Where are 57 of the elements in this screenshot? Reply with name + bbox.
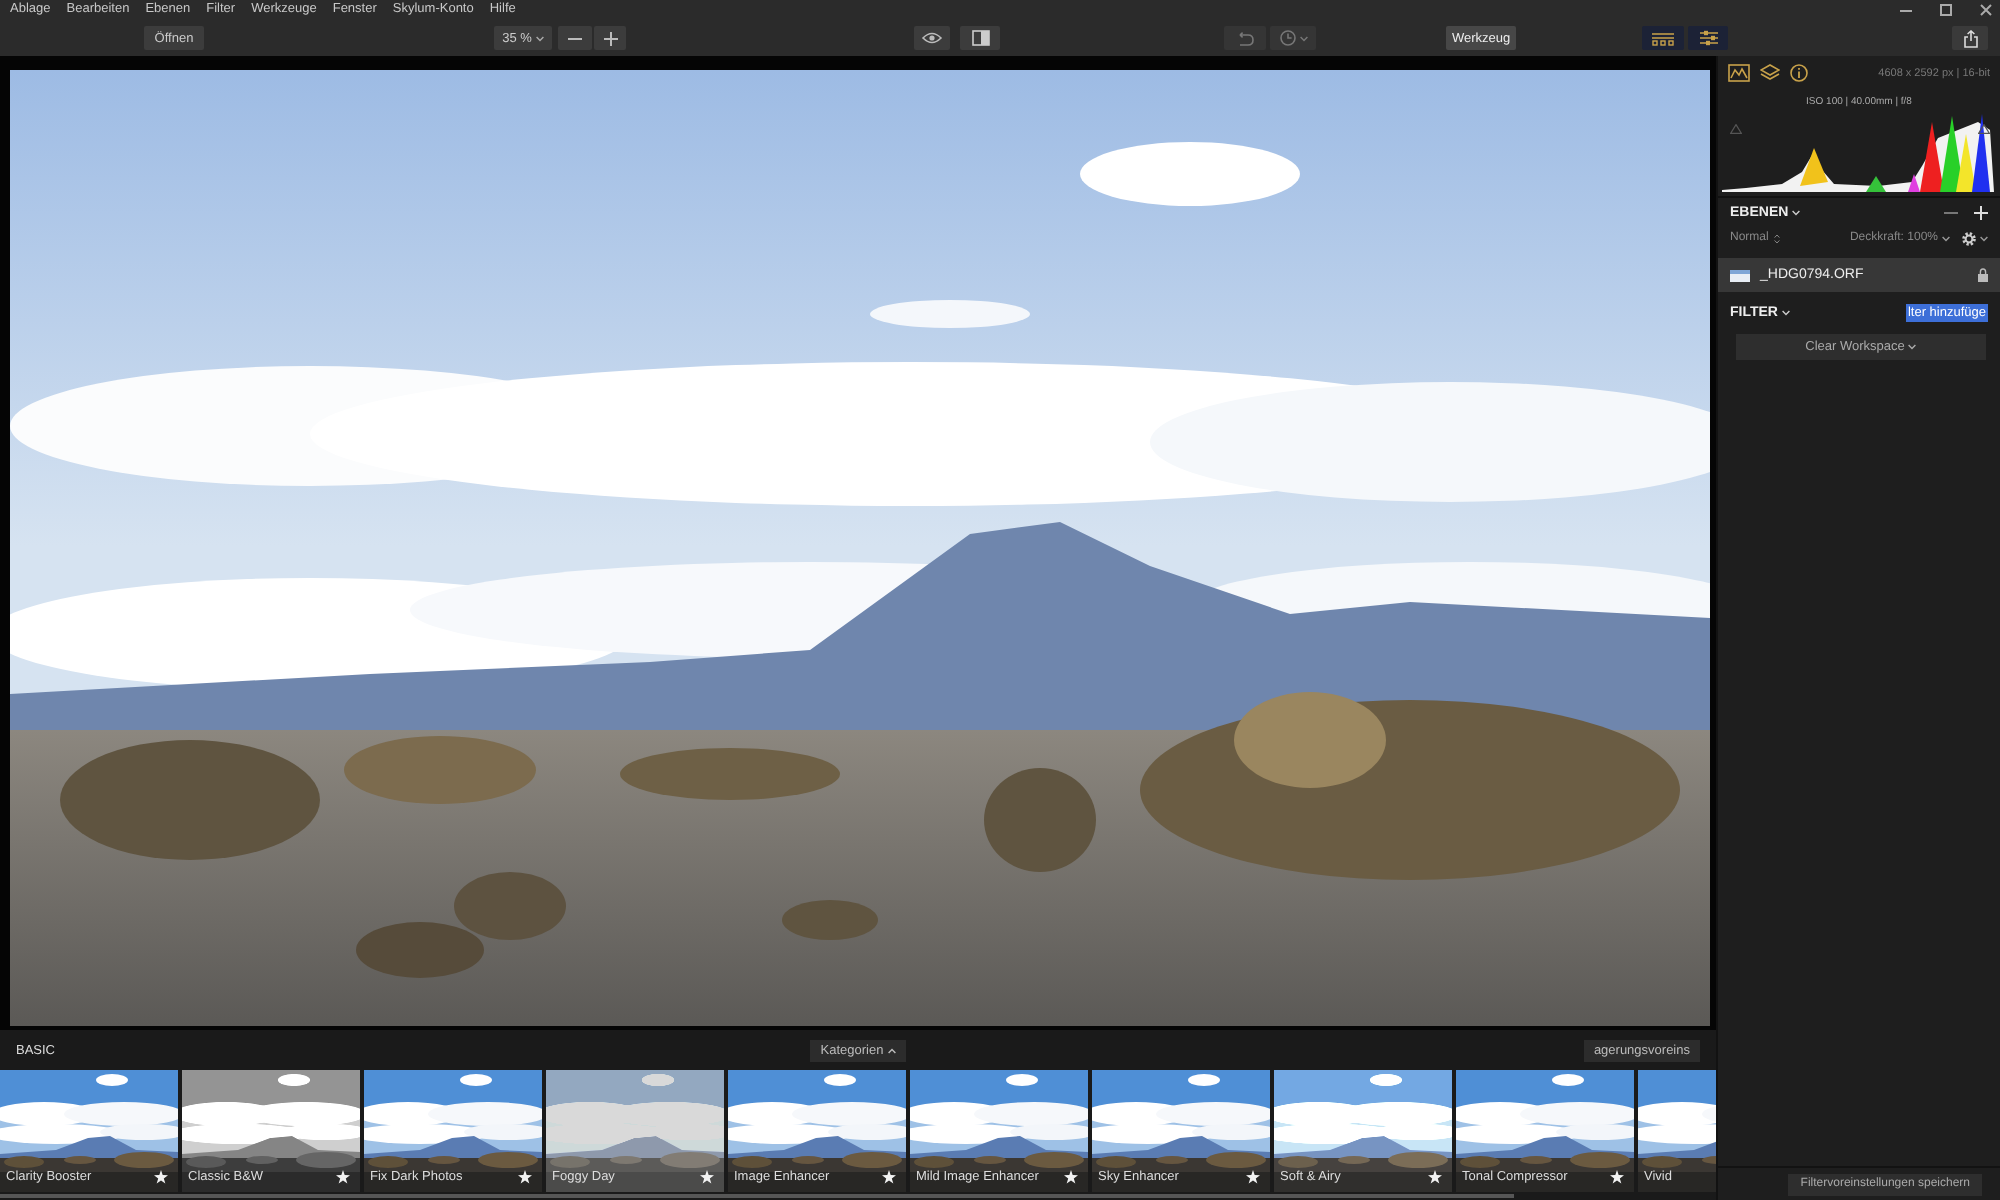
lock-icon[interactable]	[1978, 268, 1988, 282]
preset-thumbnail[interactable]	[1274, 1070, 1452, 1192]
preset-thumbnail[interactable]	[1092, 1070, 1270, 1192]
preset-thumbnail[interactable]	[1456, 1070, 1634, 1192]
chevron-down-icon	[535, 35, 544, 41]
chevron-down-icon[interactable]	[1980, 235, 1988, 241]
zoom-in-button[interactable]	[594, 26, 626, 50]
adjustments-button[interactable]	[1688, 26, 1729, 50]
layout-button[interactable]	[1642, 26, 1685, 50]
share-button[interactable]	[1952, 26, 1989, 50]
chevron-up-icon	[887, 1047, 896, 1053]
undo-icon	[1236, 31, 1254, 45]
preset-thumbnail[interactable]	[546, 1070, 724, 1192]
clock-icon	[1279, 30, 1295, 46]
compare-button[interactable]	[960, 26, 1000, 50]
share-icon	[1963, 29, 1978, 47]
minimize-icon[interactable]	[1900, 9, 1912, 11]
close-icon[interactable]	[1980, 4, 1992, 16]
info-icon[interactable]	[1790, 64, 1808, 82]
star-icon[interactable]	[336, 1170, 350, 1184]
star-icon[interactable]	[1246, 1170, 1260, 1184]
preset-thumbnail[interactable]	[182, 1070, 360, 1192]
star-icon[interactable]	[1428, 1170, 1442, 1184]
star-icon[interactable]	[1610, 1170, 1624, 1184]
eye-icon	[922, 32, 942, 44]
star-icon[interactable]	[700, 1170, 714, 1184]
histogram-icon[interactable]	[1728, 64, 1750, 82]
plus-icon[interactable]	[1974, 205, 1988, 219]
chevron-down-icon	[1299, 35, 1307, 41]
restore-icon[interactable]	[1940, 4, 1952, 16]
preview-button[interactable]	[914, 26, 950, 50]
chevron-down-icon[interactable]	[1792, 209, 1801, 215]
layers-icon[interactable]	[1760, 64, 1780, 82]
split-view-icon	[971, 30, 989, 46]
chevron-down-icon	[1908, 344, 1917, 350]
filmstrip-layout-icon	[1652, 31, 1675, 45]
preset-thumbnail[interactable]	[0, 1070, 178, 1192]
plus-icon	[603, 31, 617, 45]
star-icon[interactable]	[1064, 1170, 1078, 1184]
history-button[interactable]	[1270, 26, 1316, 50]
star-icon[interactable]	[882, 1170, 896, 1184]
sliders-icon	[1699, 30, 1718, 46]
preset-thumbnail[interactable]	[728, 1070, 906, 1192]
warning-icon[interactable]	[1978, 124, 1990, 134]
preset-thumbnail[interactable]	[910, 1070, 1088, 1192]
star-icon[interactable]	[154, 1170, 168, 1184]
preset-thumbnail[interactable]	[364, 1070, 542, 1192]
updown-icon[interactable]	[1774, 233, 1781, 243]
minus-icon[interactable]	[1944, 211, 1958, 213]
gear-icon[interactable]	[1962, 231, 1976, 245]
zoom-out-button[interactable]	[558, 26, 592, 50]
scrollbar[interactable]	[0, 1194, 1514, 1198]
minus-icon	[568, 37, 582, 39]
star-icon[interactable]	[518, 1170, 532, 1184]
chevron-down-icon[interactable]	[1781, 309, 1790, 315]
layer-thumbnail-icon	[1730, 269, 1750, 281]
chevron-down-icon[interactable]	[1942, 235, 1950, 241]
